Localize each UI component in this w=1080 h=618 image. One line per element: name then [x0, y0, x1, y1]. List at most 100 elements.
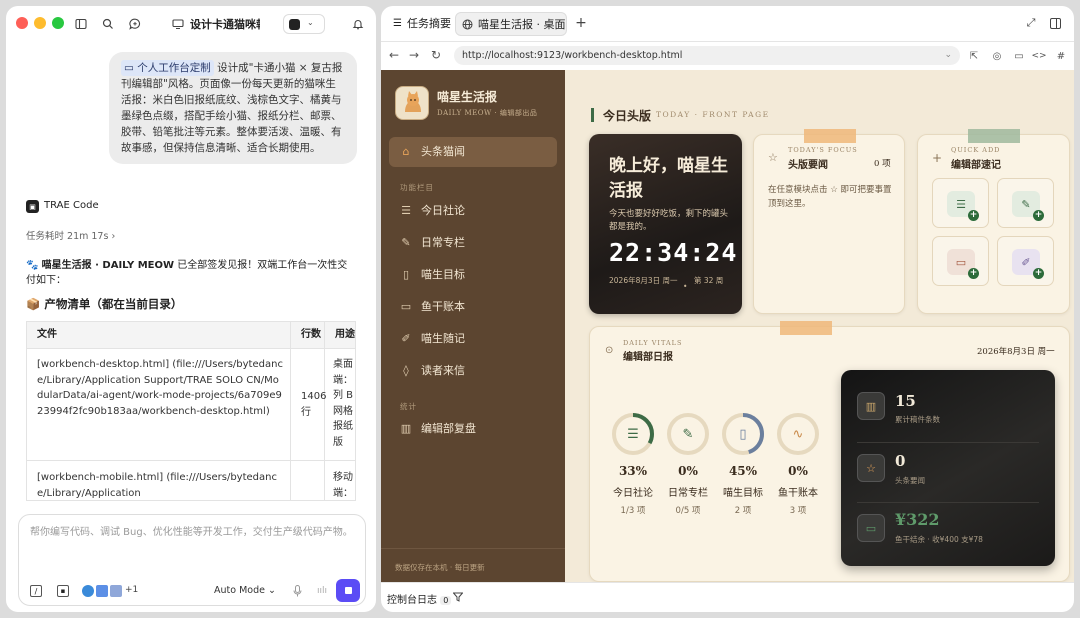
vital-percent: 0% [678, 464, 698, 478]
cell-file[interactable]: [workbench-mobile.html] (file:///Users/b… [27, 470, 285, 500]
forward-button[interactable]: → [407, 48, 421, 62]
artifact-table: 文件 行数 用途 [workbench-desktop.html] (file:… [26, 321, 356, 501]
brand-title: 喵星生活报 [437, 90, 498, 104]
stat-label: 头条要闻 [895, 476, 925, 485]
console-log-tab[interactable]: 控制台日志 0 [387, 591, 452, 606]
cell-lines: 1406行 [301, 391, 327, 418]
back-button[interactable]: ← [387, 48, 401, 62]
tab-daily-meow[interactable]: 喵星生活报 · 桌面... [455, 12, 567, 36]
vital-stat-0[interactable]: ☰ 33% 今日社论 1/3 项 [602, 411, 664, 531]
quick-add-column-button[interactable]: ✎ + [997, 178, 1054, 228]
vital-name: 喵生目标 [723, 488, 763, 499]
quick-add-notes-button[interactable]: ✐ + [997, 236, 1054, 286]
maximize-window-button[interactable] [52, 17, 64, 29]
minimize-window-button[interactable] [34, 17, 46, 29]
reload-button[interactable]: ↻ [429, 48, 443, 62]
header-usage: 用途 [335, 329, 355, 340]
chat-input-placeholder[interactable]: 帮你编写代码、调试 Bug、优化性能等开发工作，交付生产级代码产物。 [30, 525, 360, 540]
star-icon: ☆ [857, 454, 885, 482]
header-file: 文件 [37, 329, 57, 340]
home-icon: ⌂ [402, 145, 410, 158]
chat-input-box[interactable]: 帮你编写代码、调试 Bug、优化性能等开发工作，交付生产级代码产物。 / ▪ +… [18, 514, 366, 606]
chevron-down-icon: ⌄ [268, 585, 276, 596]
quick-add-card: QUICK ADD + 编辑部速记 ☰ + ✎ + ▭ + ✐ + [917, 129, 1070, 314]
tool-avatar-icon[interactable] [110, 585, 122, 597]
vital-stat-2[interactable]: ▯ 45% 喵生目标 2 项 [712, 411, 774, 531]
vital-detail: 2 项 [734, 506, 752, 516]
browser-window: ☰ 任务摘要 喵星生活报 · 桌面... + ⤢ ← → ↻ http://lo… [381, 6, 1074, 612]
sidebar-toggle-icon[interactable] [72, 15, 90, 33]
stat-row-headlines: ☆ 0 头条要闻 [857, 446, 1039, 494]
stop-icon [344, 587, 352, 594]
nav-item-label: 编辑部复盘 [421, 422, 476, 435]
split-view-icon[interactable] [1048, 16, 1062, 30]
quick-add-editorial-button[interactable]: ☰ + [932, 178, 989, 228]
model-selector[interactable]: ⌄ [283, 14, 325, 34]
select-element-icon[interactable]: ⇱ [968, 50, 980, 62]
vital-stat-3[interactable]: ∿ 0% 鱼干账本 3 项 [767, 411, 829, 531]
url-text[interactable]: http://localhost:9123/workbench-desktop.… [462, 50, 682, 61]
expand-icon[interactable]: ⤢ [1024, 16, 1038, 30]
nav-item-label: 读者来信 [421, 364, 465, 377]
nav-item-editorial[interactable]: ☰ 今日社论 [389, 196, 557, 226]
cell-file[interactable]: [workbench-desktop.html] (file:///Users/… [27, 357, 285, 419]
tab-task-summary[interactable]: ☰ 任务摘要 [385, 12, 451, 36]
nav-item-label: 喵生随记 [421, 332, 465, 345]
vital-percent: 0% [788, 464, 808, 478]
nav-item-headline[interactable]: ⌂ 头条猫闻 [389, 137, 557, 167]
stop-button[interactable] [336, 579, 360, 602]
heading-bar [591, 108, 594, 122]
table-header: 文件 行数 用途 [27, 322, 355, 348]
slash-command-icon[interactable]: / [30, 585, 42, 597]
nav-item-letters[interactable]: ◊ 读者来信 [389, 356, 557, 386]
feather-icon: ✎ [401, 236, 411, 249]
focus-en: TODAY'S FOCUS [788, 146, 858, 154]
voice-wave-icon[interactable]: ıılı [316, 584, 328, 598]
search-icon[interactable] [99, 15, 117, 33]
url-bar[interactable]: http://localhost:9123/workbench-desktop.… [454, 46, 960, 65]
nav-item-goals[interactable]: ▯ 喵生目标 [389, 260, 557, 290]
quick-add-ledger-button[interactable]: ▭ + [932, 236, 989, 286]
user-message-text: 设计成"卡通小猫 × 复古报刊编辑部"风格。页面像一份每天更新的猫咪生活报：米白… [121, 62, 343, 154]
filter-icon[interactable] [453, 592, 463, 602]
nav-item-ledger[interactable]: ▭ 鱼干账本 [389, 292, 557, 322]
cell-usage: 桌面端：列 B 网格报纸版 [333, 359, 354, 448]
tool-avatar-icon[interactable] [82, 585, 94, 597]
feather-icon: ✎ [682, 426, 694, 442]
notification-bell-icon[interactable] [349, 15, 367, 33]
bar-chart-icon: ▥ [857, 392, 885, 420]
chevron-down-icon[interactable]: ⌄ [944, 46, 952, 65]
nav-item-review[interactable]: ▥ 编辑部复盘 [389, 414, 557, 444]
star-icon[interactable]: ☆ [768, 151, 778, 164]
cat-logo-icon [395, 86, 429, 120]
vitals-title: 编辑部日报 [623, 352, 673, 363]
greeting-sub: 今天也要好好吃饭，剩下的罐头都是我的。 [609, 209, 729, 232]
workspace-tag[interactable]: ▭ 个人工作台定制 [121, 60, 214, 76]
hash-icon[interactable]: # [1055, 50, 1067, 62]
device-icon[interactable]: ▭ [1013, 50, 1025, 62]
session-title[interactable]: 设计卡通猫咪報 [190, 16, 260, 32]
mode-selector[interactable]: Auto Mode ⌄ [214, 585, 276, 596]
section-features-label: 功能栏目 [400, 183, 434, 192]
nav-item-column[interactable]: ✎ 日常专栏 [389, 228, 557, 258]
week-number: 第 32 周 [694, 276, 724, 285]
new-tab-button[interactable]: + [574, 15, 588, 31]
sidebar-footer: 数据仅存在本机 · 每日更新 [395, 563, 485, 572]
microphone-icon[interactable] [291, 584, 303, 598]
tab-daily-meow-label: 喵星生活报 · 桌面... [478, 18, 567, 31]
task-time-label: 任务耗时 21m 17s [26, 231, 109, 242]
new-chat-icon[interactable] [126, 15, 144, 33]
image-attach-icon[interactable]: ▪ [57, 585, 69, 597]
task-time-toggle[interactable]: 任务耗时 21m 17s › [26, 228, 115, 242]
code-icon[interactable]: <> [1031, 50, 1046, 62]
vital-name: 日常专栏 [668, 488, 708, 499]
nav-item-notes[interactable]: ✐ 喵生随记 [389, 324, 557, 354]
paw-emoji: 🐾 [26, 260, 42, 271]
monitor-icon [169, 15, 187, 33]
vital-stat-1[interactable]: ✎ 0% 日常专栏 0/5 项 [657, 411, 719, 531]
close-window-button[interactable] [16, 17, 28, 29]
compass-icon[interactable]: ◎ [991, 50, 1003, 62]
tool-avatar-icon[interactable] [96, 585, 108, 597]
more-tools-count[interactable]: +1 [125, 585, 138, 595]
brand-subtitle: DAILY MEOW · 编辑部出品 [437, 109, 538, 117]
